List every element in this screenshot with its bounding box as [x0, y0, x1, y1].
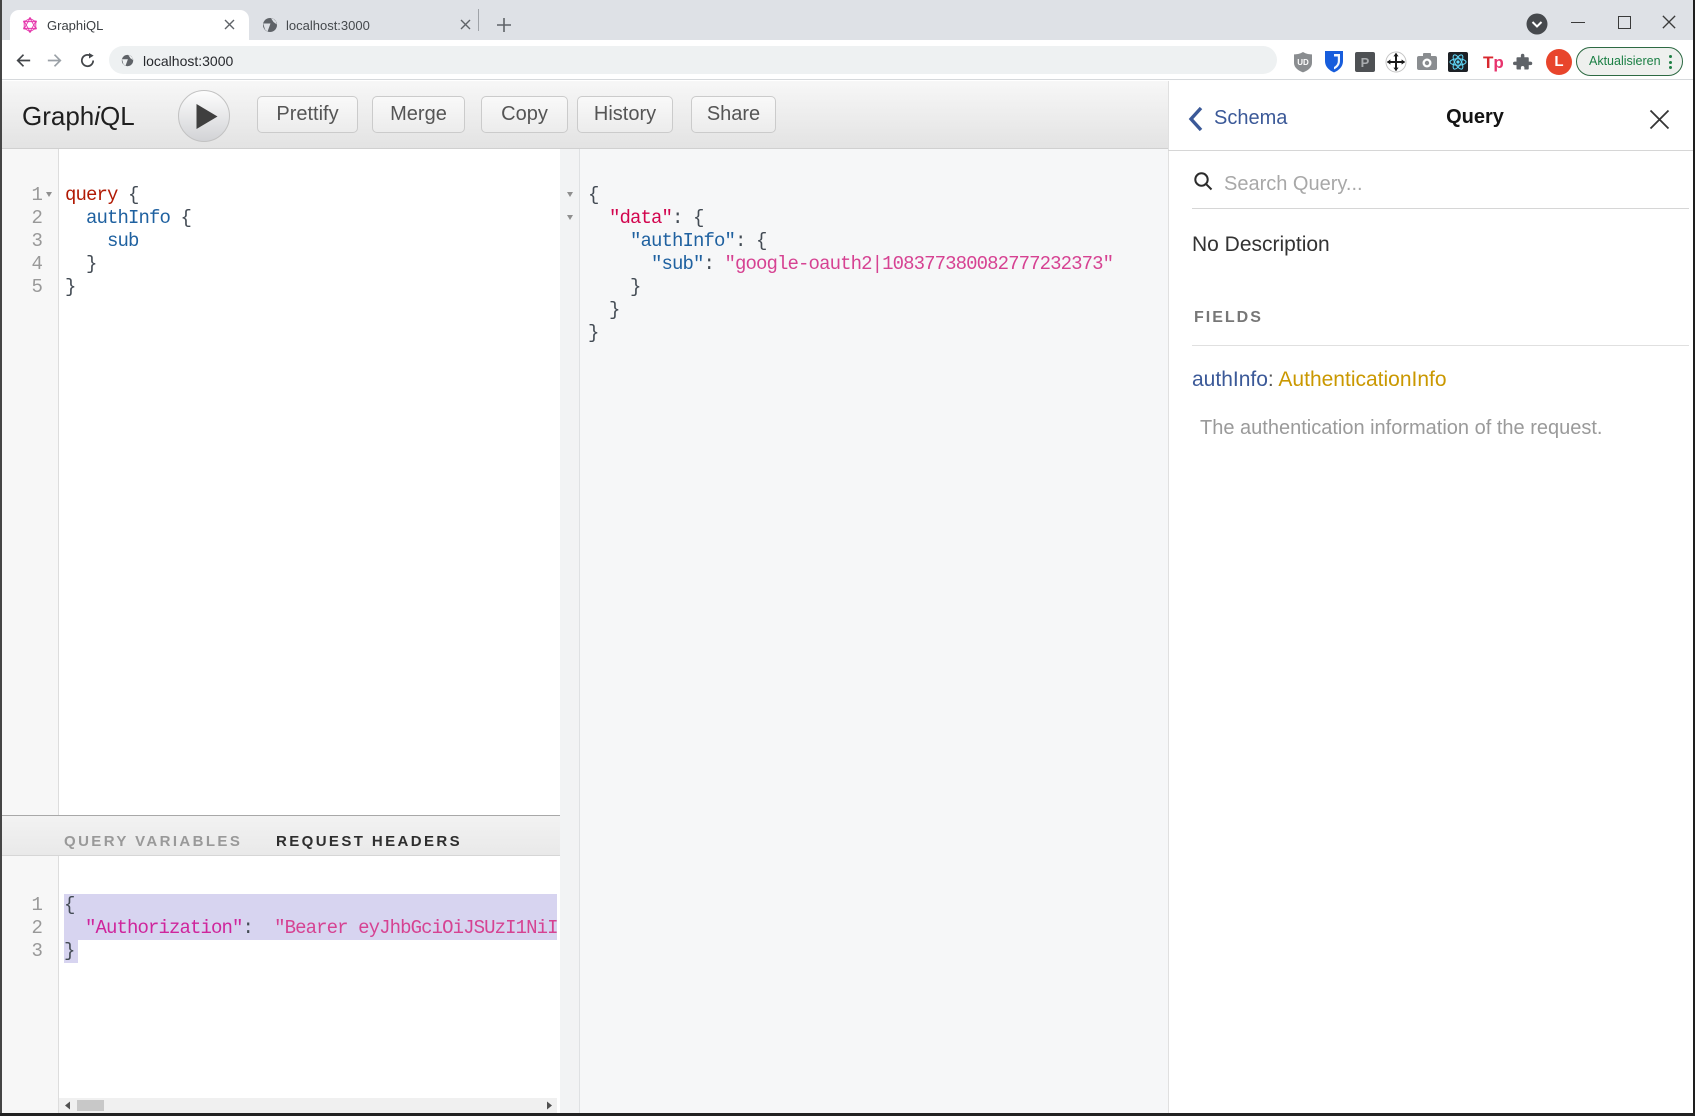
svg-text:P: P — [1361, 55, 1370, 70]
svg-text:UD: UD — [1297, 58, 1309, 67]
